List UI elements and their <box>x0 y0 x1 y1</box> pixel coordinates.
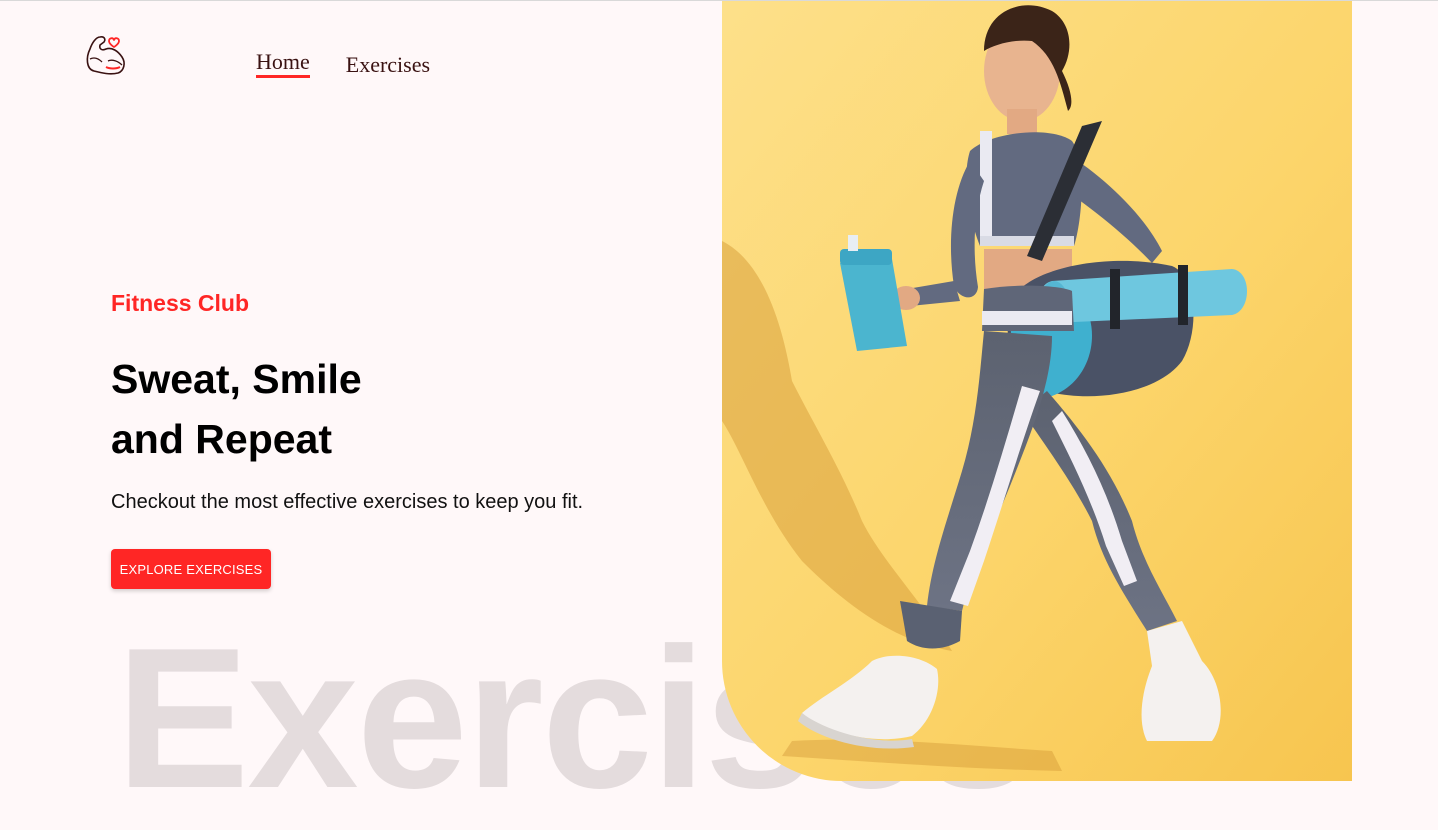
nav-link-exercises[interactable]: Exercises <box>346 52 430 78</box>
hero-headline-line-1: Sweat, Smile <box>111 356 362 402</box>
main-nav: Home Exercises <box>256 49 430 78</box>
flexed-arm-heart-icon <box>86 36 125 75</box>
hero-subtext: Checkout the most effective exercises to… <box>111 491 584 513</box>
nav-link-home[interactable]: Home <box>256 49 310 78</box>
hero-eyebrow: Fitness Club <box>111 290 250 316</box>
logo[interactable] <box>84 31 130 77</box>
woman-walking-with-gym-bag-illustration <box>722 1 1352 781</box>
hero-headline-line-2: and Repeat <box>111 416 332 462</box>
hero-banner-image <box>722 1 1352 781</box>
explore-exercises-button[interactable]: EXPLORE EXERCISES <box>111 549 271 589</box>
hero-headline: Sweat, Smile and Repeat <box>111 349 362 469</box>
